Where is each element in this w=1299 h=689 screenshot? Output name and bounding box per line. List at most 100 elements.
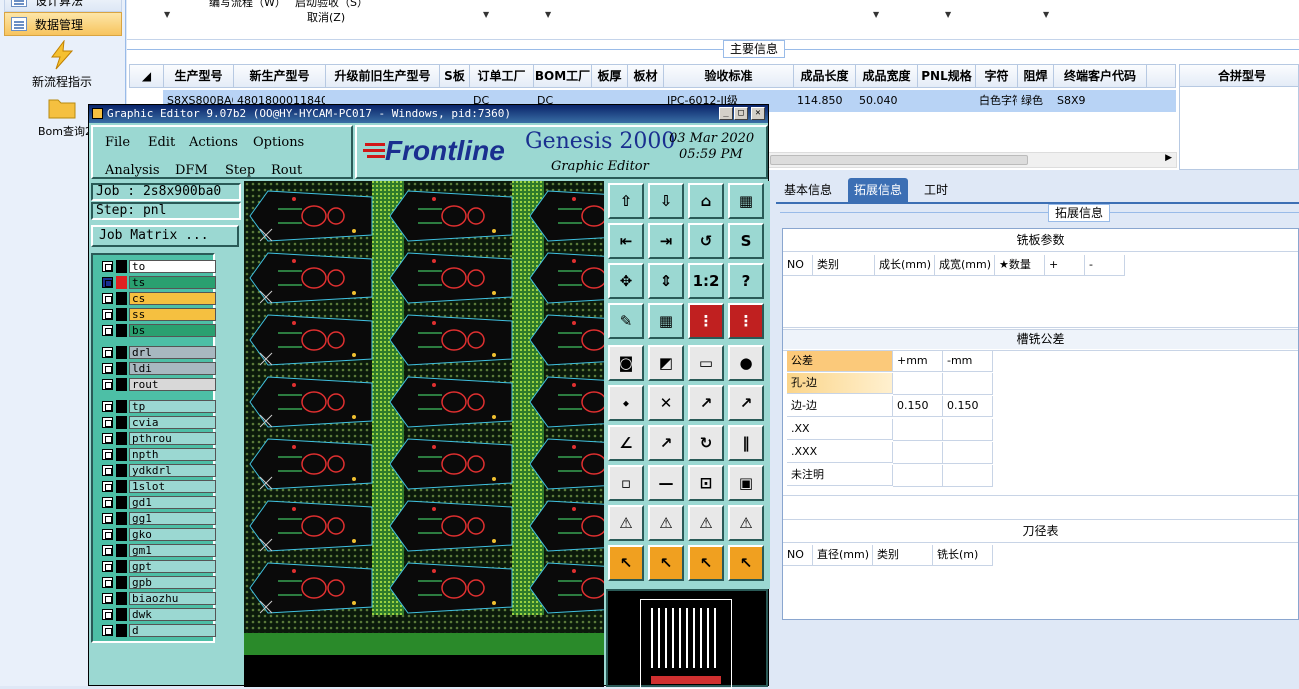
tolerance-minus-cell[interactable] [943, 442, 993, 464]
layer-name[interactable]: pthrou [129, 432, 216, 445]
layer-row[interactable]: ts [102, 275, 216, 290]
column-header[interactable]: 板厚 [592, 65, 628, 87]
layer-row[interactable]: ydkdrl [102, 463, 216, 478]
nav-item-design[interactable]: 设计算法 [4, 0, 122, 12]
chevron-down-icon[interactable]: ▼ [945, 10, 951, 19]
add-row-button[interactable]: + [1045, 255, 1085, 276]
layer-checkbox[interactable] [102, 481, 113, 492]
layer-row[interactable]: cvia [102, 415, 216, 430]
layer-row[interactable]: pthrou [102, 431, 216, 446]
layer-row[interactable]: dwk [102, 607, 216, 622]
tool-button-r2c2[interactable]: 1:2 [688, 263, 724, 299]
menu-actions[interactable]: Actions [189, 135, 238, 150]
tool-button-r8c3[interactable]: ⚠ [728, 505, 764, 541]
layer-row[interactable]: 1slot [102, 479, 216, 494]
tool-button-r1c2[interactable]: ↺ [688, 223, 724, 259]
layer-checkbox[interactable] [102, 561, 113, 572]
tab-basic-info[interactable]: 基本信息 [778, 178, 838, 202]
tool-button-r6c0[interactable]: ∠ [608, 425, 644, 461]
layer-name[interactable]: rout [129, 378, 216, 391]
layer-name[interactable]: gko [129, 528, 216, 541]
column-header[interactable]: 升级前旧生产型号 [326, 65, 440, 87]
scroll-right-icon[interactable]: ▶ [1165, 153, 1172, 163]
menu-step[interactable]: Step [225, 163, 255, 178]
layer-checkbox[interactable] [102, 379, 113, 390]
layer-name[interactable]: ydkdrl [129, 464, 216, 477]
layer-row[interactable]: biaozhu [102, 591, 216, 606]
layer-checkbox[interactable] [102, 401, 113, 412]
tool-button-r7c2[interactable]: ⊡ [688, 465, 724, 501]
layer-row[interactable]: d [102, 623, 216, 638]
layer-row[interactable]: gm1 [102, 543, 216, 558]
layer-name[interactable]: gd1 [129, 496, 216, 509]
layer-name[interactable]: biaozhu [129, 592, 216, 605]
layer-row[interactable]: gpt [102, 559, 216, 574]
tool-button-r4c2[interactable]: ▭ [688, 345, 724, 381]
layer-name[interactable]: ts [129, 276, 216, 289]
column-header[interactable]: 成品长度 [794, 65, 856, 87]
minimize-icon[interactable]: _ [719, 107, 733, 120]
tool-button-r1c3[interactable]: S [728, 223, 764, 259]
tool-button-r6c1[interactable]: ↗ [648, 425, 684, 461]
tool-button-r9c1[interactable]: ↖ [648, 545, 684, 581]
layer-checkbox[interactable] [102, 417, 113, 428]
tab-work-hours[interactable]: 工时 [918, 178, 954, 202]
layer-checkbox[interactable] [102, 433, 113, 444]
layer-name[interactable]: ldi [129, 362, 216, 375]
tool-button-r3c0[interactable]: ✎ [608, 303, 644, 339]
layer-checkbox[interactable] [102, 293, 113, 304]
tolerance-row-label[interactable]: .XX [787, 419, 893, 440]
layer-checkbox[interactable] [102, 593, 113, 604]
tool-button-r4c1[interactable]: ◩ [648, 345, 684, 381]
column-header[interactable]: S板 [440, 65, 470, 87]
tool-button-r6c2[interactable]: ↻ [688, 425, 724, 461]
tool-button-r2c0[interactable]: ✥ [608, 263, 644, 299]
layer-row[interactable]: gpb [102, 575, 216, 590]
layer-name[interactable]: npth [129, 448, 216, 461]
tool-button-r3c3[interactable]: ⋮ [728, 303, 764, 339]
layer-name[interactable]: gm1 [129, 544, 216, 557]
tolerance-minus-cell[interactable]: 0.150 [943, 396, 993, 417]
tolerance-row-label[interactable]: 孔-边 [787, 373, 893, 394]
layer-row[interactable]: cs [102, 291, 216, 306]
layer-name[interactable]: ss [129, 308, 216, 321]
chevron-down-icon[interactable]: ▼ [1043, 10, 1049, 19]
layer-row[interactable]: gko [102, 527, 216, 542]
tolerance-plus-cell[interactable] [893, 373, 943, 395]
maximize-icon[interactable]: □ [734, 107, 748, 120]
job-matrix-button[interactable]: Job Matrix ... [91, 225, 239, 247]
column-header[interactable]: 终端客户代码 [1054, 65, 1147, 87]
layer-checkbox[interactable] [102, 277, 113, 288]
layer-checkbox[interactable] [102, 609, 113, 620]
layer-name[interactable]: drl [129, 346, 216, 359]
layer-name[interactable]: tp [129, 400, 216, 413]
tool-button-r9c2[interactable]: ↖ [688, 545, 724, 581]
layer-checkbox[interactable] [102, 545, 113, 556]
menu-analysis[interactable]: Analysis [105, 163, 160, 178]
layer-row[interactable]: ss [102, 307, 216, 322]
layer-row[interactable]: gd1 [102, 495, 216, 510]
tolerance-minus-cell[interactable] [943, 373, 993, 395]
remove-row-button[interactable]: - [1085, 255, 1125, 276]
layer-checkbox[interactable] [102, 347, 113, 358]
tool-button-r0c0[interactable]: ⇧ [608, 183, 644, 219]
chevron-down-icon[interactable]: ▼ [545, 10, 551, 19]
layer-name[interactable]: cvia [129, 416, 216, 429]
tolerance-plus-cell[interactable] [893, 419, 943, 441]
column-header[interactable]: BOM工厂 [534, 65, 592, 87]
chevron-down-icon[interactable]: ▼ [164, 10, 170, 19]
tool-button-r3c1[interactable]: ▦ [648, 303, 684, 339]
layer-checkbox[interactable] [102, 325, 113, 336]
tool-button-r5c3[interactable]: ↗ [728, 385, 764, 421]
tolerance-row-label[interactable]: 边-边 [787, 396, 893, 417]
column-header[interactable]: 生产型号 [164, 65, 234, 87]
column-header[interactable]: 订单工厂 [470, 65, 534, 87]
tool-button-r7c3[interactable]: ▣ [728, 465, 764, 501]
nav-item-data-management[interactable]: 数据管理 [4, 12, 122, 36]
tool-button-r8c0[interactable]: ⚠ [608, 505, 644, 541]
layer-checkbox[interactable] [102, 449, 113, 460]
tool-button-r1c0[interactable]: ⇤ [608, 223, 644, 259]
menu-edit[interactable]: Edit [148, 135, 175, 150]
tool-button-r4c0[interactable]: ◙ [608, 345, 644, 381]
tolerance-plus-cell[interactable] [893, 465, 943, 487]
